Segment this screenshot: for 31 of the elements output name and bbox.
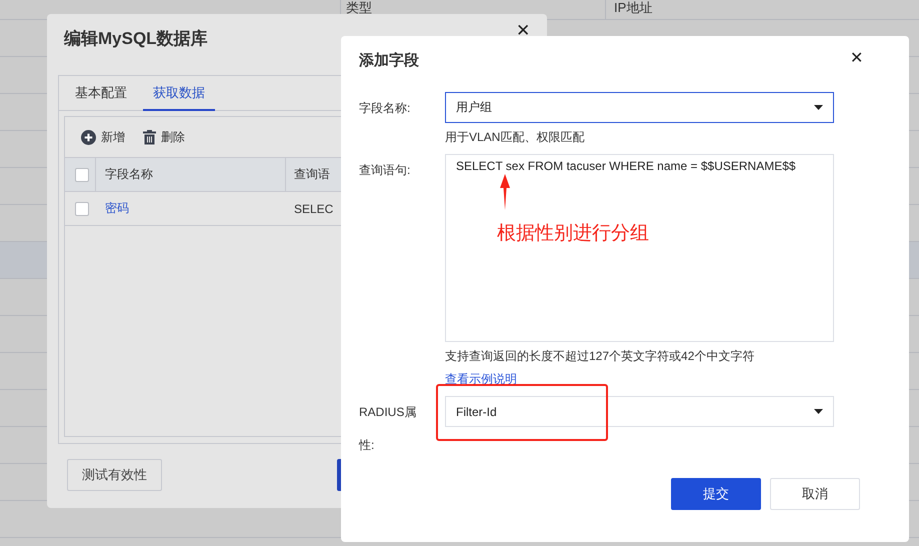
cancel-button[interactable]: 取消 xyxy=(770,478,860,510)
select-field[interactable]: 用户组 xyxy=(445,92,834,123)
test-button[interactable]: 测试有效性 xyxy=(67,459,162,491)
field-name-link[interactable]: 密码 xyxy=(105,200,285,217)
field-label: 查询语句: xyxy=(359,162,412,179)
delete-button[interactable]: 删除 xyxy=(143,128,185,146)
checkbox[interactable] xyxy=(75,168,89,182)
table-cell-text: SELEC xyxy=(293,202,334,216)
column-header: 字段名称 xyxy=(95,158,285,191)
trash-icon xyxy=(143,130,156,144)
caret-icon xyxy=(814,105,823,110)
dialog-title: 添加字段 xyxy=(359,51,419,70)
checkbox[interactable] xyxy=(75,202,89,216)
close-button[interactable]: ✕ xyxy=(850,48,863,68)
dialog-title: 编辑MySQL数据库 xyxy=(64,28,208,50)
add-button[interactable]: 新增 xyxy=(81,128,125,146)
annotation-text: 根据性别进行分组 xyxy=(497,222,649,246)
plus-circle-icon xyxy=(81,130,96,144)
example-link[interactable]: 查看示例说明 xyxy=(445,371,834,388)
field-label: RADIUS属性: xyxy=(359,404,418,454)
close-button[interactable]: ✕ xyxy=(516,20,530,41)
caret-icon xyxy=(814,409,823,414)
column-header: 查询语 xyxy=(285,158,330,191)
tab[interactable]: 获取数据 xyxy=(143,76,215,111)
tab[interactable]: 基本配置 xyxy=(67,76,137,111)
hint-text: 用于VLAN匹配、权限匹配 xyxy=(445,129,586,146)
select-field[interactable]: Filter-Id xyxy=(445,396,834,427)
hint-text: 支持查询返回的长度不超过127个英文字符或42个中文字符 xyxy=(445,348,756,365)
submit-button[interactable]: 提交 xyxy=(671,478,761,510)
field-label: 字段名称: xyxy=(359,100,412,117)
column-header: IP地址 xyxy=(605,0,919,19)
